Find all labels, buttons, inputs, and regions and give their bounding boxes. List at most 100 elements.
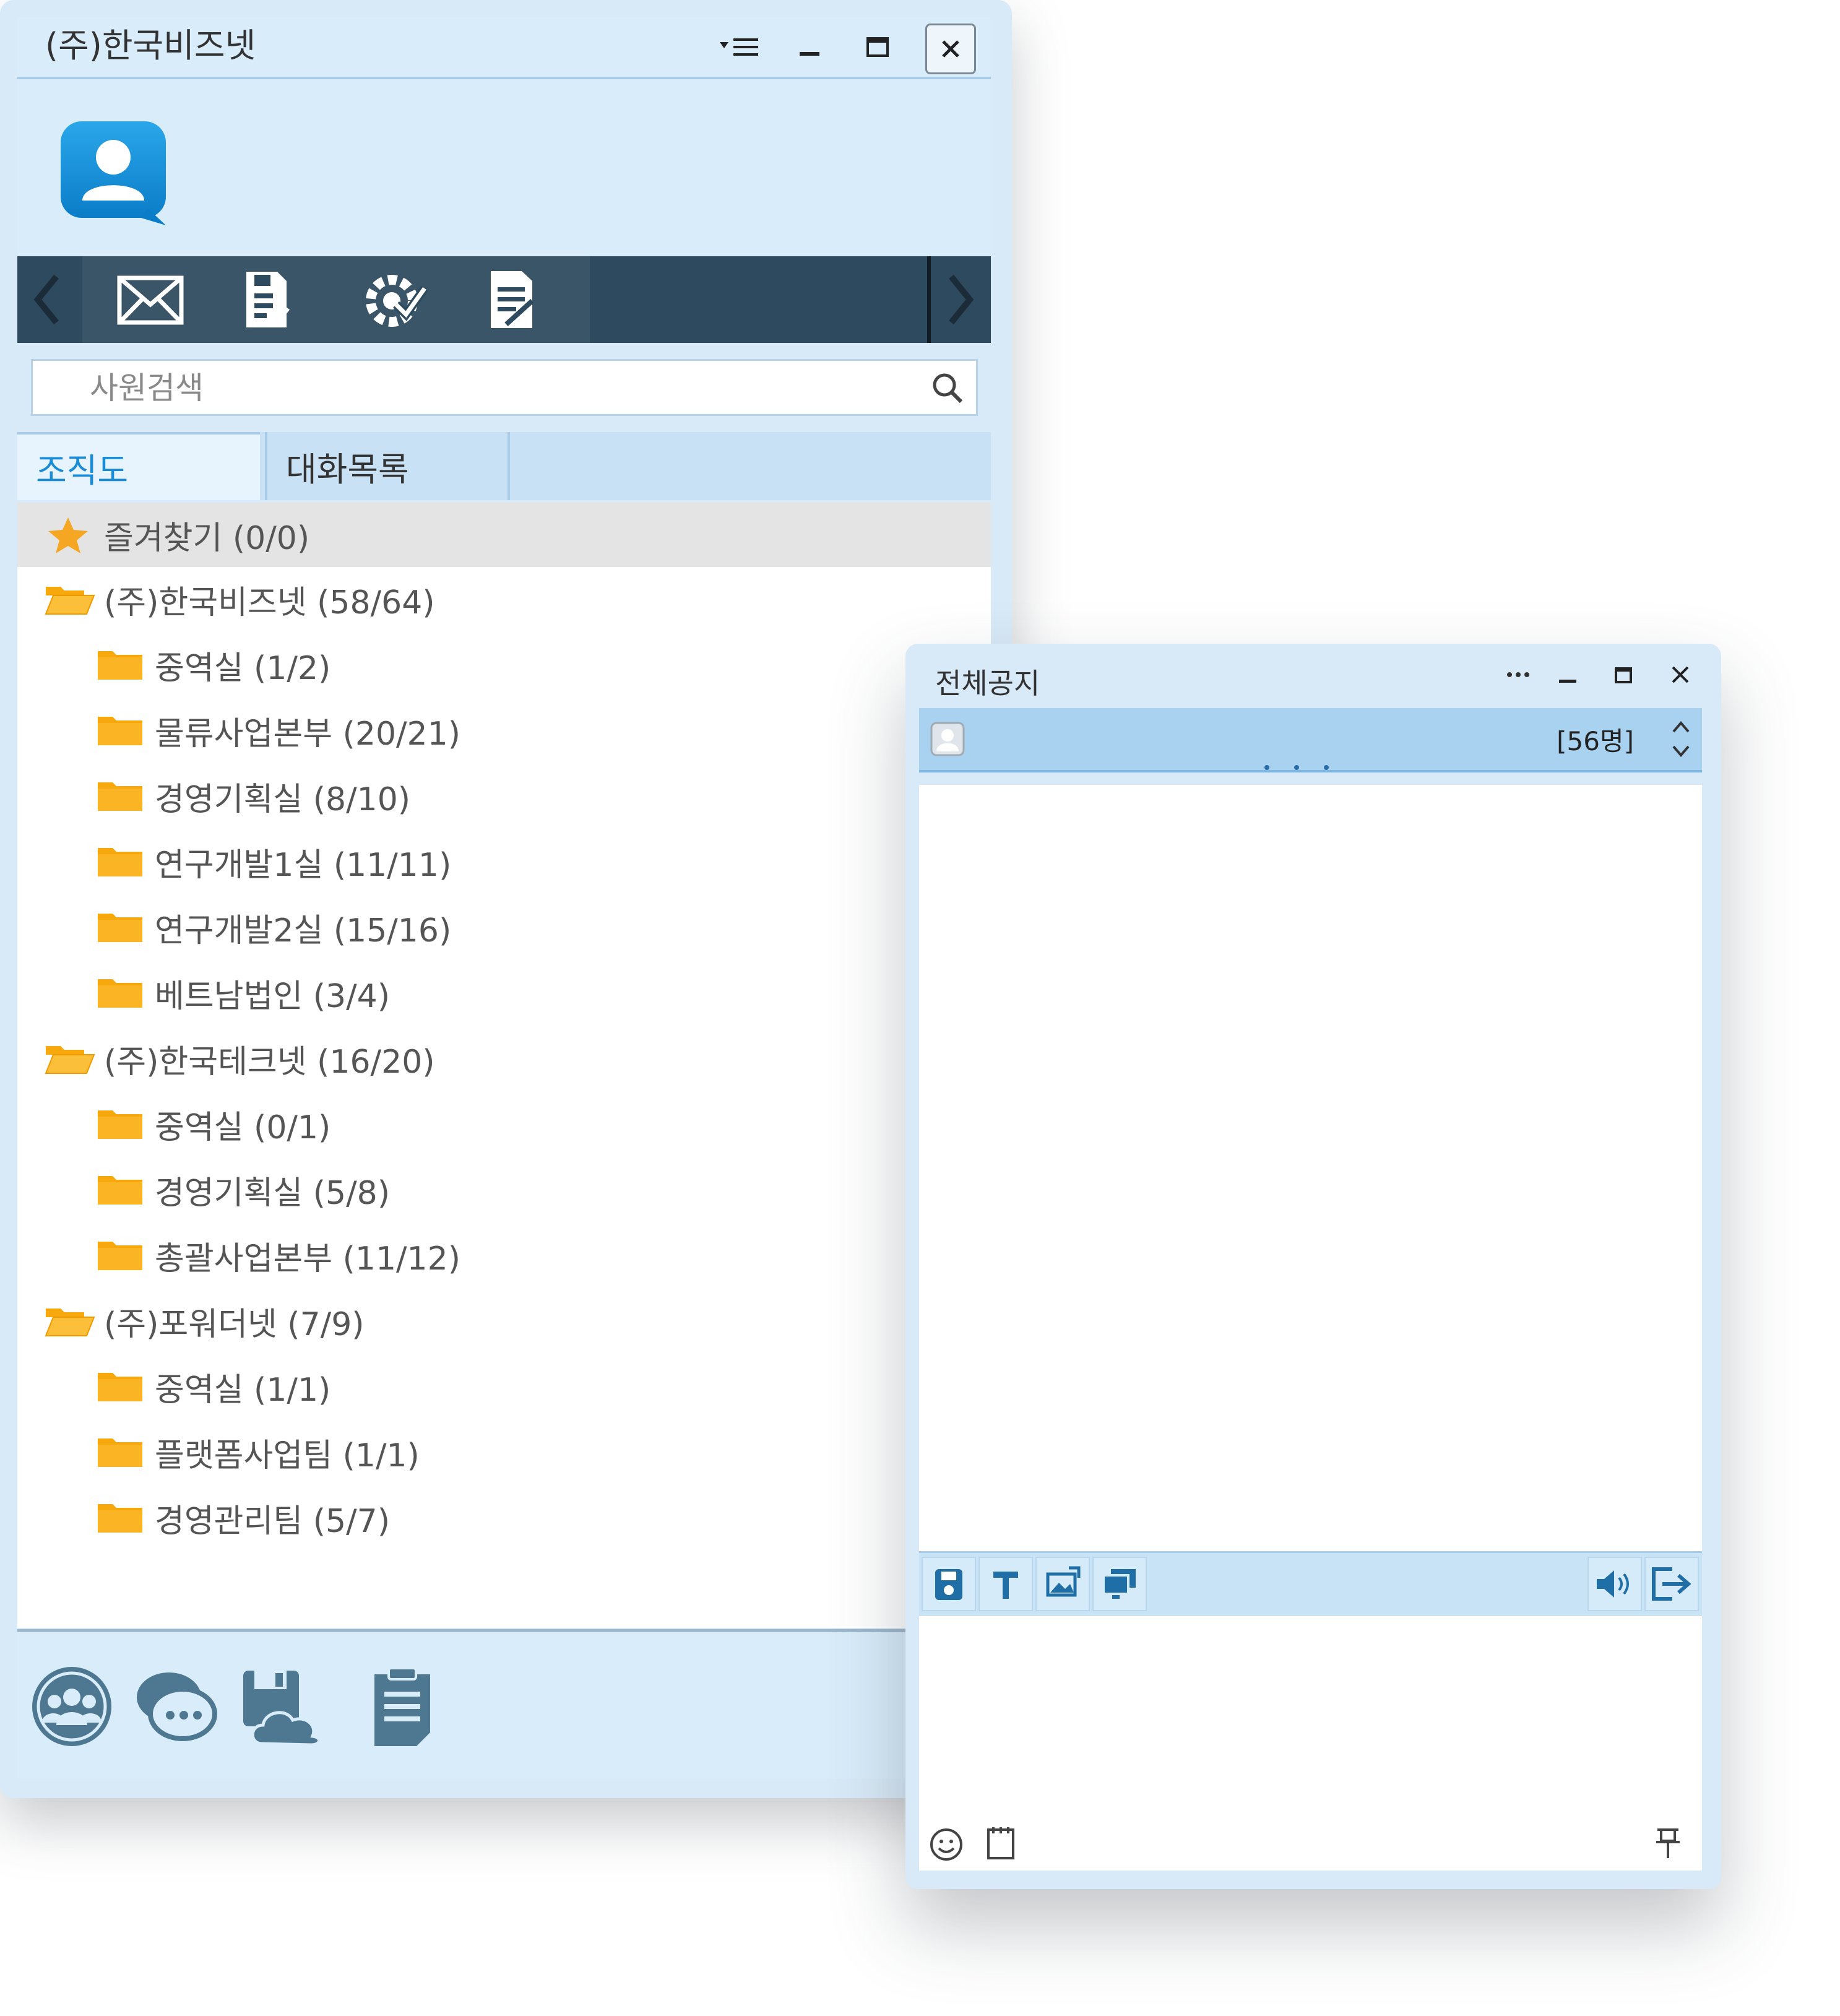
title-bar: (주)한국비즈넷 <box>17 17 991 79</box>
folder-icon <box>98 1176 142 1205</box>
tree-row-label: 플랫폼사업팀 (1/1) <box>155 1437 420 1474</box>
folder-icon <box>98 651 142 680</box>
close-icon[interactable] <box>925 24 976 74</box>
tab-org-chart[interactable]: 조직도 <box>17 432 260 500</box>
member-avatar-icon[interactable] <box>930 722 965 756</box>
more-icon[interactable] <box>1500 656 1537 693</box>
org-tree: 즐겨찾기 (0/0) (주)한국비즈넷 (58/64) 중역실 (1/2) 물류사업… <box>17 503 991 1628</box>
tree-row-label: 물류사업본부 (20/21) <box>155 715 460 753</box>
tree-department-row[interactable]: 연구개발1실 (11/11) <box>94 829 451 894</box>
exit-icon[interactable] <box>1644 1557 1699 1611</box>
chat-icon[interactable] <box>132 1663 218 1750</box>
member-count: [56명] <box>1557 726 1634 756</box>
folder-icon <box>98 1438 142 1467</box>
tree-row-label: (주)한국테크넷 (16/20) <box>104 1043 435 1081</box>
tree-row-label: 중역실 (0/1) <box>155 1109 331 1146</box>
maximize-icon[interactable] <box>854 24 901 71</box>
folder-icon <box>98 782 142 811</box>
tree-row-label: (주)포워더넷 (7/9) <box>104 1305 365 1343</box>
tree-department-row[interactable]: 총괄사업본부 (11/12) <box>94 1223 460 1287</box>
speaker-icon[interactable] <box>1587 1557 1642 1611</box>
favorites-item[interactable]: 즐겨찾기 (0/0) <box>43 503 309 567</box>
minimize-icon[interactable] <box>786 24 833 71</box>
image-icon[interactable] <box>1035 1557 1090 1611</box>
settings-check-icon[interactable] <box>358 269 432 331</box>
tab-bar: 조직도 대화목록 <box>17 432 991 500</box>
tree-row-label: 연구개발1실 (11/11) <box>155 846 452 884</box>
bottom-bar <box>17 1629 991 1778</box>
tree-company-row[interactable]: (주)한국비즈넷 (58/64) <box>43 567 435 631</box>
tree-department-row[interactable]: 중역실 (1/1) <box>94 1354 330 1419</box>
quick-toolbar <box>17 256 991 343</box>
folder-icon <box>98 848 142 876</box>
tree-company-row[interactable]: (주)포워더넷 (7/9) <box>43 1289 365 1353</box>
folder-icon <box>98 1110 142 1139</box>
tree-department-row[interactable]: 플랫폼사업팀 (1/1) <box>94 1420 420 1484</box>
tree-row-label: 경영기획실 (5/8) <box>155 1174 390 1212</box>
folder-icon <box>98 1504 142 1533</box>
tree-row-label: 중역실 (1/1) <box>155 1371 331 1409</box>
text-format-icon[interactable] <box>978 1557 1033 1611</box>
users-icon[interactable] <box>28 1663 115 1750</box>
tree-department-row[interactable]: 연구개발2실 (15/16) <box>94 895 451 959</box>
tree-row-label: 중역실 (1/2) <box>155 649 331 687</box>
folder-icon <box>98 914 142 942</box>
tree-row-label: (주)한국비즈넷 (58/64) <box>104 584 435 621</box>
member-bar: [56명] <box>919 708 1702 772</box>
tree-department-row[interactable]: 경영관리팀 (5/7) <box>94 1486 390 1550</box>
maximize-icon[interactable] <box>1605 656 1642 693</box>
scroll-arrows-icon[interactable] <box>1667 713 1695 765</box>
toolbar-next-icon[interactable] <box>927 256 990 343</box>
toolbar-prev-icon[interactable] <box>17 256 77 343</box>
window-title: (주)한국비즈넷 <box>45 26 256 65</box>
format-toolbar <box>919 1551 1702 1617</box>
tree-row-label: 경영기획실 (8/10) <box>155 781 411 818</box>
file-save-icon[interactable] <box>231 269 305 331</box>
folder-icon <box>98 979 142 1008</box>
folder-icon <box>98 1242 142 1270</box>
memo-icon[interactable] <box>983 1825 1018 1862</box>
message-input[interactable] <box>919 1616 1702 1871</box>
resize-grip-icon[interactable] <box>1259 763 1334 772</box>
tree-department-row[interactable]: 베트남법인 (3/4) <box>94 961 390 1025</box>
folder-open-icon <box>45 1046 95 1074</box>
tree-row-label: 베트남법인 (3/4) <box>155 977 390 1015</box>
star-icon <box>48 517 88 553</box>
search-icon[interactable] <box>930 371 965 405</box>
screen-share-icon[interactable] <box>1092 1557 1147 1611</box>
tree-row-label: 경영관리팀 (5/7) <box>155 1502 390 1540</box>
search-input[interactable] <box>89 361 896 415</box>
tree-department-row[interactable]: 물류사업본부 (20/21) <box>94 698 460 763</box>
employee-search <box>31 359 978 416</box>
notice-window: 전체공지 [56명] <box>905 644 1721 1889</box>
message-area[interactable] <box>919 785 1702 1551</box>
tree-department-row[interactable]: 경영기획실 (5/8) <box>94 1157 390 1222</box>
folder-open-icon <box>45 1309 95 1336</box>
minimize-icon[interactable] <box>1549 656 1586 693</box>
tab-chat-list[interactable]: 대화목록 <box>265 432 510 500</box>
folder-icon <box>98 717 142 745</box>
notice-title: 전체공지 <box>935 667 1040 700</box>
folder-icon <box>98 1373 142 1401</box>
mail-icon[interactable] <box>113 269 188 331</box>
tree-department-row[interactable]: 경영기획실 (8/10) <box>94 764 410 828</box>
pin-icon[interactable] <box>1652 1826 1683 1861</box>
notepad-icon[interactable] <box>361 1663 447 1750</box>
tree-company-row[interactable]: (주)한국테크넷 (16/20) <box>43 1026 435 1091</box>
profile-area <box>17 79 991 256</box>
messenger-window: (주)한국비즈넷 사원검색 조직도 대화목록 즐겨찾기 (0/0) (주)한국비… <box>0 0 1012 1798</box>
folder-open-icon <box>45 587 95 615</box>
tree-row-label: 총괄사업본부 (11/12) <box>155 1240 460 1278</box>
cloud-storage-icon[interactable] <box>237 1663 324 1750</box>
document-edit-icon[interactable] <box>475 269 550 331</box>
favorites-row[interactable]: 즐겨찾기 (0/0) <box>17 503 991 567</box>
tree-department-row[interactable]: 중역실 (1/2) <box>94 633 330 697</box>
save-icon[interactable] <box>922 1557 976 1611</box>
close-icon[interactable] <box>1662 656 1699 693</box>
menu-icon[interactable] <box>717 24 764 71</box>
tree-row-label: 연구개발2실 (15/16) <box>155 912 452 950</box>
emoji-icon[interactable] <box>928 1826 965 1863</box>
tree-department-row[interactable]: 중역실 (0/1) <box>94 1092 330 1156</box>
profile-avatar-icon[interactable] <box>61 121 166 225</box>
favorites-label: 즐겨찾기 (0/0) <box>104 519 310 557</box>
